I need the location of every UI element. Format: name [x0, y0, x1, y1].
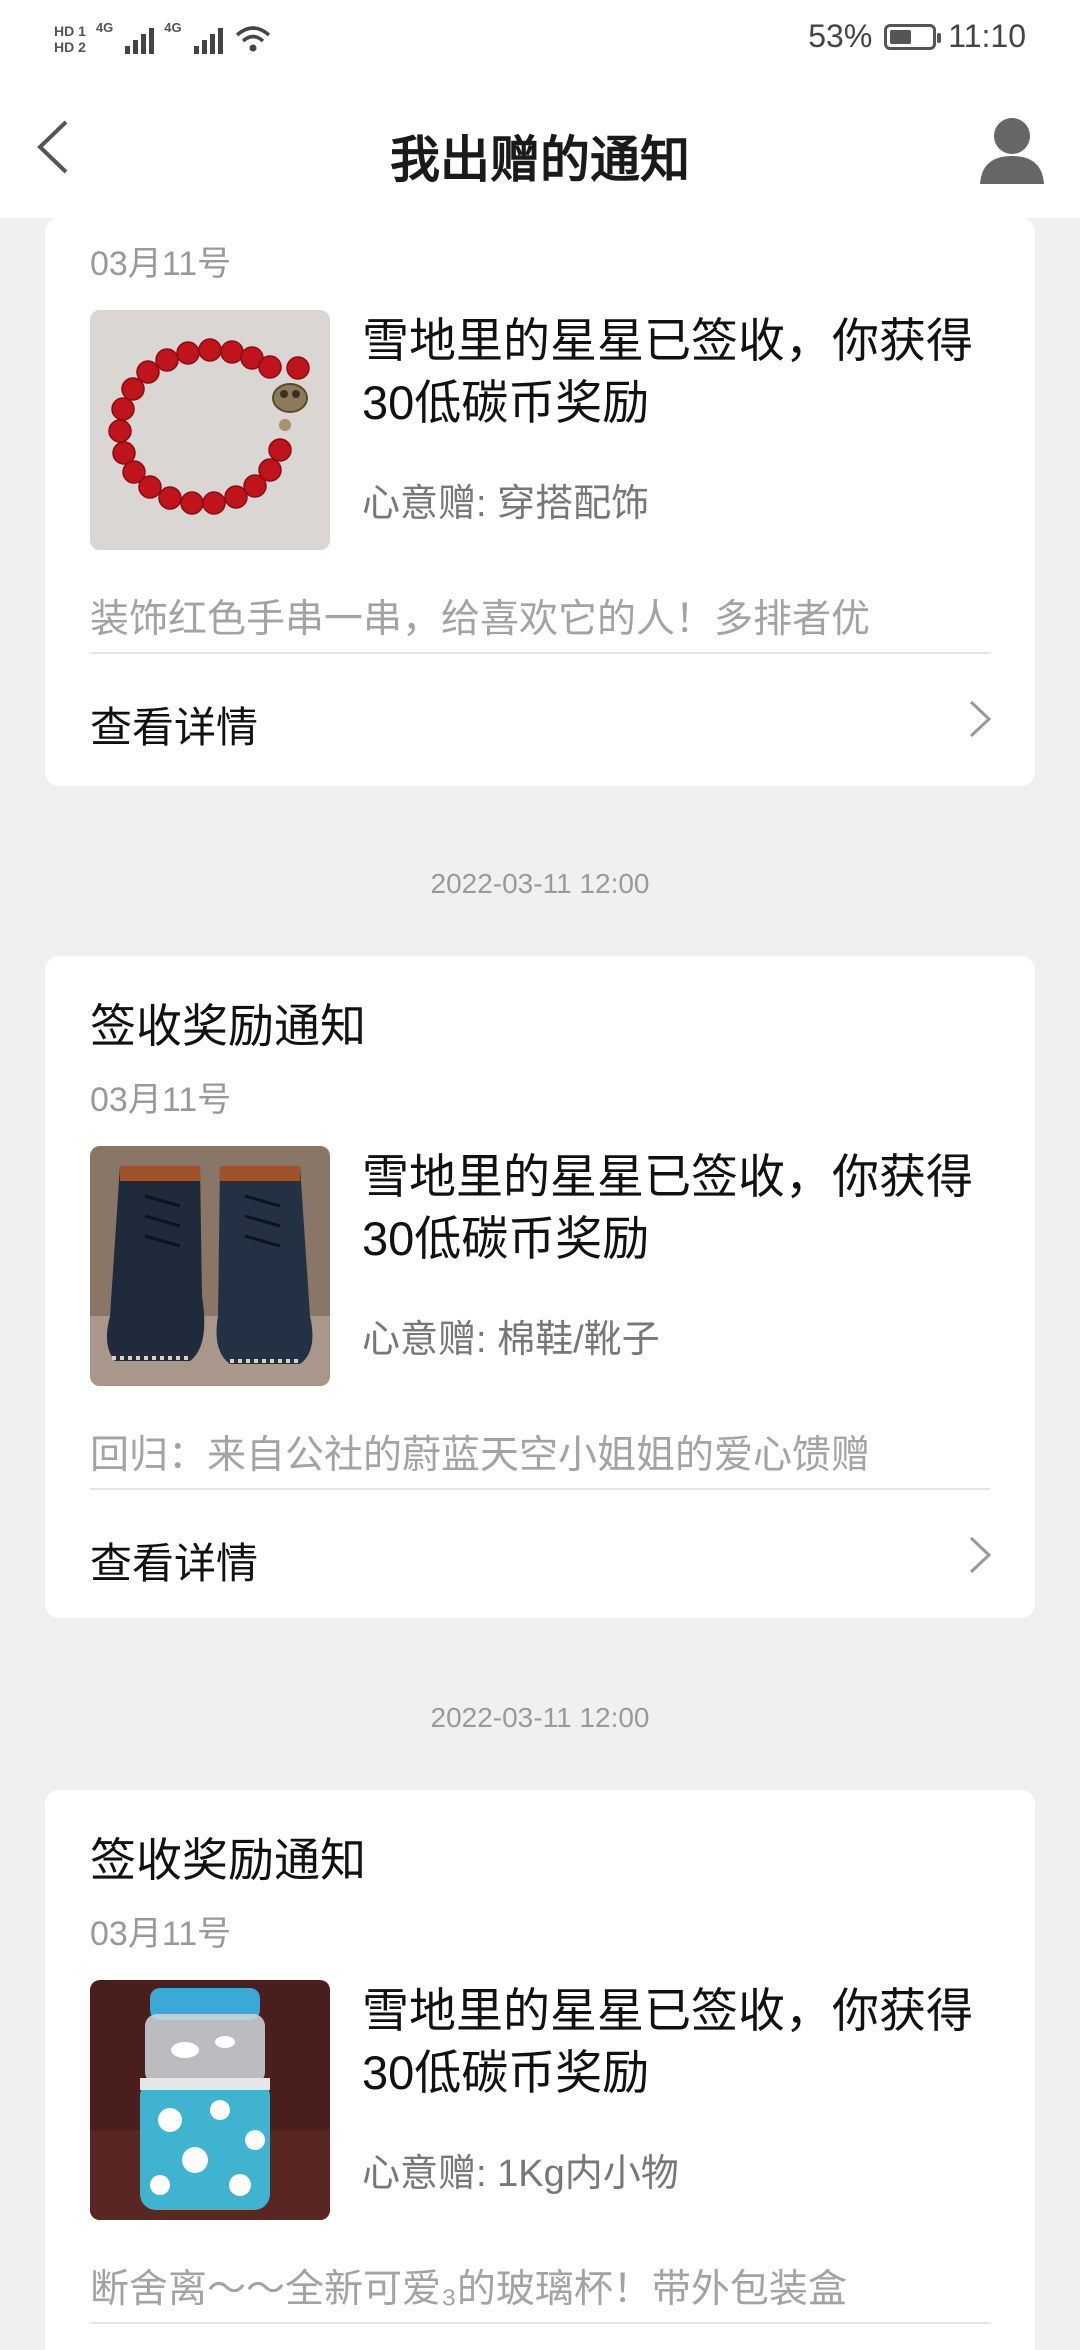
item-image-boots[interactable]: [90, 1146, 330, 1386]
status-bar: HD 1 HD 2 4G 4G 53% 11:10: [0, 0, 1080, 78]
item-category: 心意赠: 1Kg内小物: [362, 2153, 679, 2195]
notification-date: 03月11号: [90, 1915, 232, 1953]
divider: [90, 2322, 990, 2324]
item-description: 断舍离～～全新可爱₃的玻璃杯！带外包装盒: [90, 2268, 847, 2311]
view-details-button[interactable]: 查看详情: [45, 654, 1035, 784]
notification-card: 03月11号 雪地里的星星已签收，你获得30低碳币奖励 心意赠: 穿搭配饰 装饰…: [45, 218, 1035, 786]
item-image-bracelet[interactable]: [90, 310, 330, 550]
app-header: 我出赠的通知: [0, 78, 1080, 218]
chevron-right-icon: [969, 700, 992, 738]
wifi-icon: [235, 26, 270, 52]
hd1-label: HD 1: [54, 23, 86, 39]
chevron-right-icon: [969, 1536, 992, 1574]
red-bead-bracelet-image: [90, 310, 330, 550]
hd2-label: HD 2: [54, 39, 86, 55]
black-leather-boots-image: [90, 1146, 330, 1386]
notification-date: 03月11号: [90, 245, 232, 283]
network-type-1: 4G: [95, 20, 114, 35]
status-left: HD 1 HD 2 4G 4G: [54, 14, 273, 64]
notification-timestamp: 2022-03-11 12:00: [430, 1702, 650, 1733]
notification-message: 雪地里的星星已签收，你获得30低碳币奖励: [362, 314, 973, 429]
glass-cup-image: [90, 1980, 330, 2220]
page-title: 我出赠的通知: [390, 132, 690, 188]
item-category: 心意赠: 穿搭配饰: [362, 483, 650, 525]
network-type-2: 4G: [164, 20, 182, 35]
notification-card: 签收奖励通知 03月11号 雪地里的星星已签收，你获得30低碳币奖励 心意赠: …: [45, 956, 1035, 1618]
notification-message: 雪地里的星星已签收，你获得30低碳币奖励: [362, 1984, 973, 2099]
user-avatar-button[interactable]: [974, 110, 1050, 186]
notification-card: 签收奖励通知 03月11号 雪地里的星星已签收，你获得30低碳币奖励 心意赠: …: [45, 1790, 1035, 2350]
item-description: 装饰红色手串一串，给喜欢它的人！多排者优: [90, 598, 871, 641]
signal-icon-2: [193, 24, 223, 54]
notification-title: 签收奖励通知: [90, 1834, 366, 1886]
user-avatar-icon: [994, 118, 1030, 154]
status-right: 53% 11:10: [808, 18, 1026, 55]
notification-date: 03月11号: [90, 1081, 232, 1119]
notification-title: 签收奖励通知: [90, 1000, 366, 1052]
view-details-label: 查看详情: [90, 1540, 259, 1587]
sim-labels: HD 1 HD 2: [54, 23, 86, 55]
notification-message: 雪地里的星星已签收，你获得30低碳币奖励: [362, 1150, 973, 1265]
item-category: 心意赠: 棉鞋/靴子: [362, 1319, 660, 1361]
item-image-glass-cup[interactable]: [90, 1980, 330, 2220]
view-details-button[interactable]: 查看详情: [45, 1490, 1035, 1620]
notification-timestamp: 2022-03-11 12:00: [430, 868, 650, 899]
battery-percent: 53%: [808, 18, 873, 54]
signal-icon: [125, 24, 155, 54]
view-details-label: 查看详情: [90, 704, 259, 751]
item-description: 回归：来自公社的蔚蓝天空小姐姐的爱心馈赠: [90, 1434, 871, 1477]
clock: 11:10: [948, 18, 1026, 54]
battery-icon: [884, 23, 942, 50]
